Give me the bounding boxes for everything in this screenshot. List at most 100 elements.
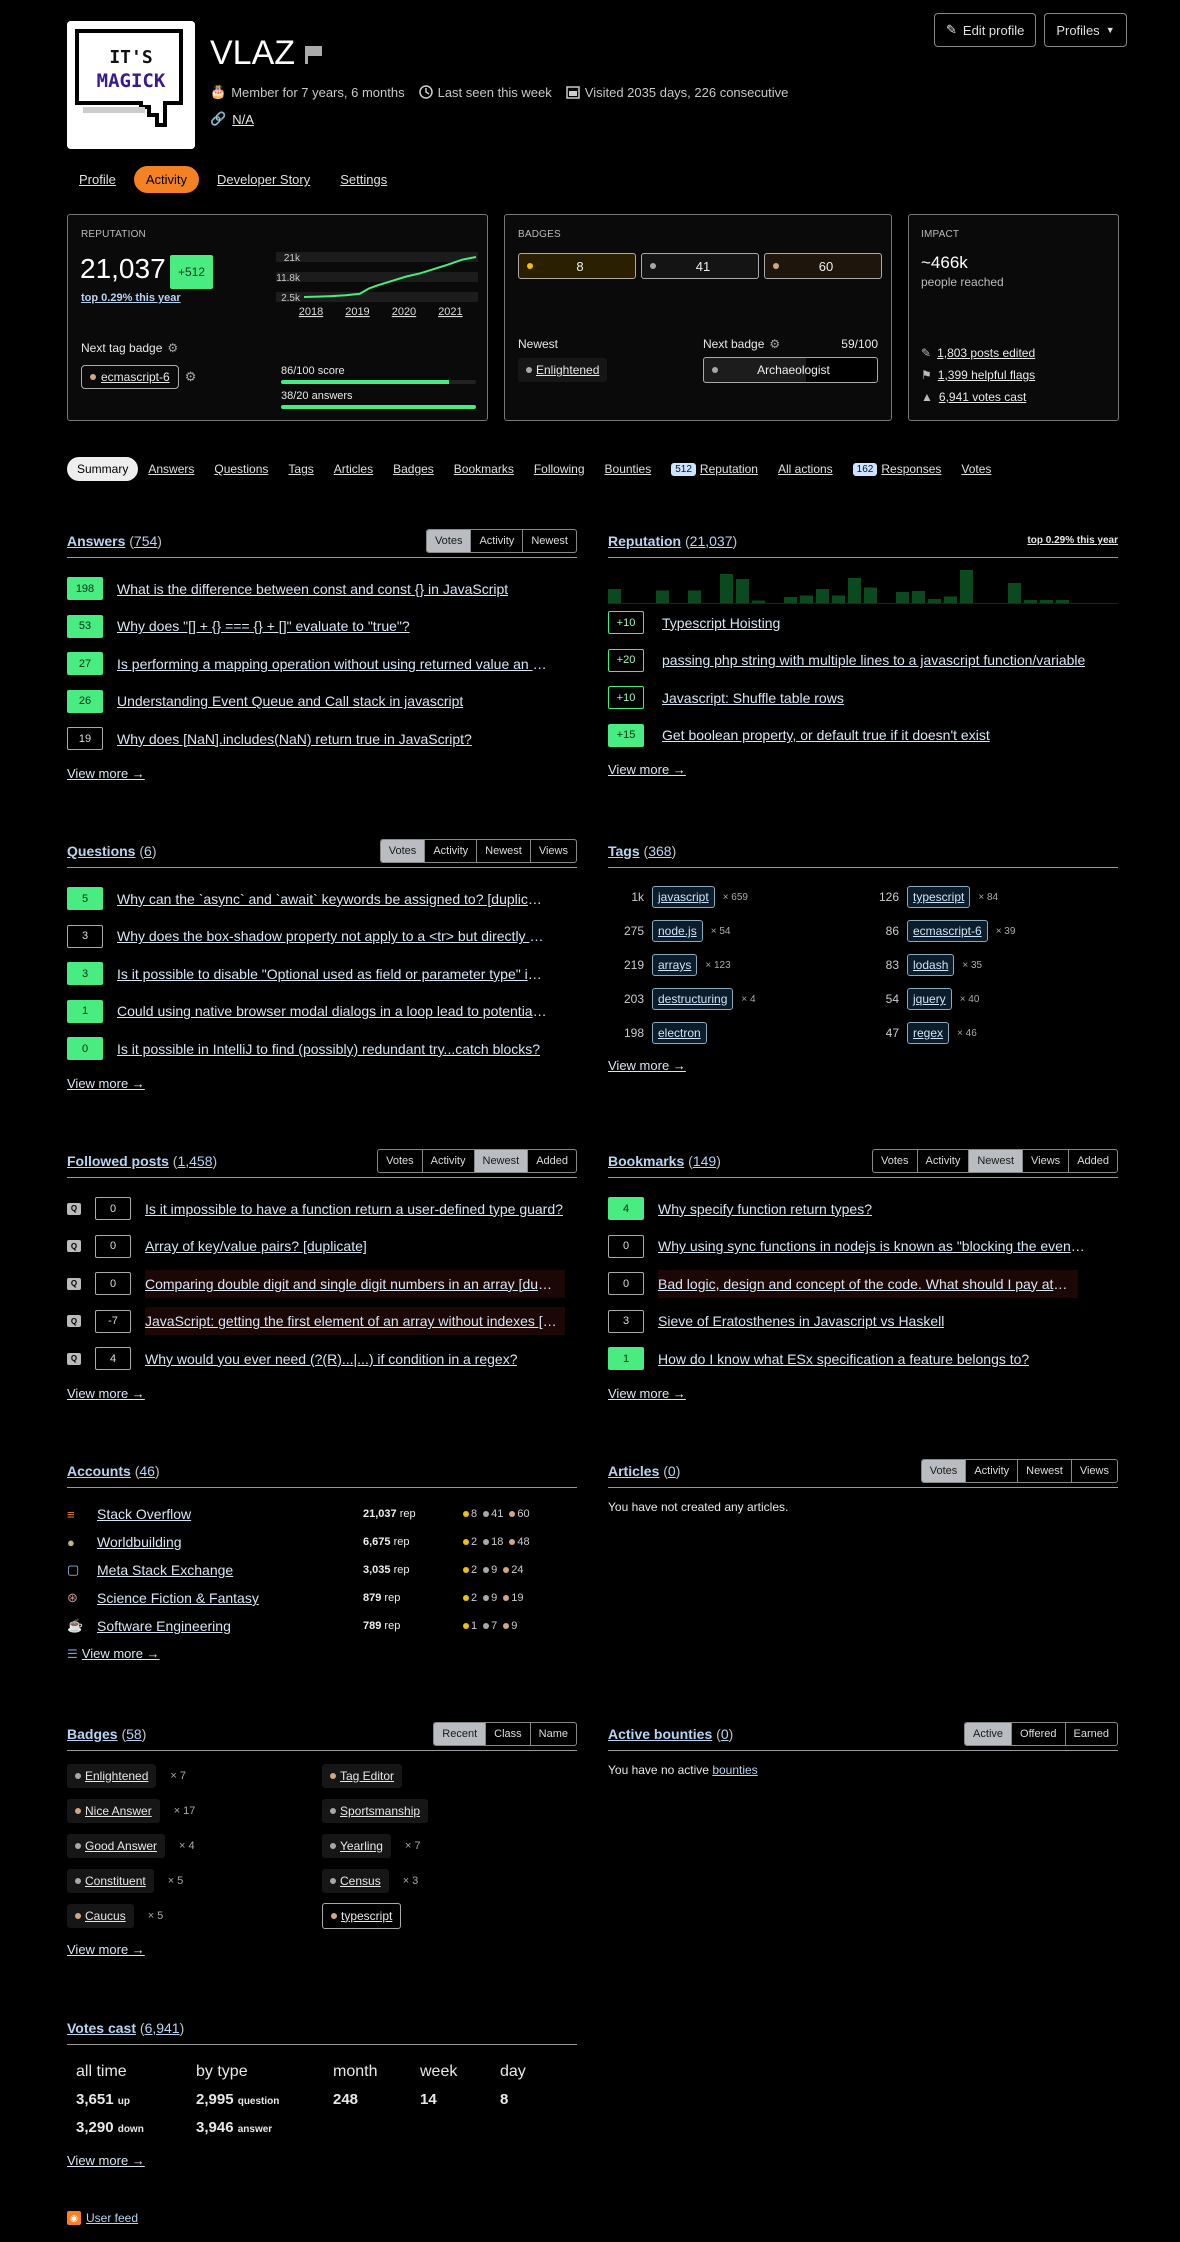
helpful-flags-link[interactable]: 1,399 helpful flags: [938, 368, 1035, 382]
sort-newest[interactable]: Newest: [476, 839, 530, 862]
badge-chip[interactable]: Good Answer: [67, 1833, 166, 1858]
votes-view-more[interactable]: View more →: [67, 2153, 145, 2168]
badge-chip[interactable]: Sportsmanship: [322, 1798, 429, 1823]
sort-name[interactable]: Name: [529, 1722, 576, 1745]
subnav-questions[interactable]: Questions: [204, 457, 278, 481]
answers-heading[interactable]: Answers (754): [67, 533, 162, 549]
sort-votes[interactable]: Votes: [426, 529, 471, 552]
sort-newest[interactable]: Newest: [473, 1149, 528, 1172]
account-site-link[interactable]: Software Engineering: [97, 1618, 363, 1634]
tags-heading[interactable]: Tags (368): [608, 843, 676, 859]
subnav-following[interactable]: Following: [524, 457, 595, 481]
tag-link[interactable]: jquery: [907, 988, 952, 1010]
badge-chip[interactable]: Census: [322, 1868, 389, 1893]
gear-icon[interactable]: ⚙: [185, 369, 197, 385]
newest-badge[interactable]: Enlightened: [518, 358, 608, 382]
sort-activity[interactable]: Activity: [424, 839, 476, 862]
post-title-link[interactable]: Is it possible to disable "Optional used…: [117, 966, 547, 982]
account-site-link[interactable]: Stack Overflow: [97, 1506, 363, 1522]
next-badge[interactable]: Archaeologist: [703, 357, 878, 383]
post-title-link[interactable]: Array of key/value pairs? [duplicate]: [145, 1238, 367, 1254]
sort-added[interactable]: Added: [527, 1149, 576, 1172]
user-feed-link[interactable]: User feed: [86, 2211, 138, 2225]
bookmarks-view-more[interactable]: View more →: [608, 1386, 686, 1401]
sort-votes[interactable]: Votes: [921, 1459, 966, 1482]
questions-heading[interactable]: Questions (6): [67, 843, 157, 859]
subnav-badges[interactable]: Badges: [383, 457, 444, 481]
reputation-view-more[interactable]: View more →: [608, 762, 686, 777]
avatar[interactable]: IT'S MAGICK: [67, 21, 195, 149]
sort-newest[interactable]: Newest: [522, 529, 576, 552]
gear-icon[interactable]: ⚙: [769, 337, 780, 351]
post-title-link[interactable]: Comparing double digit and single digit …: [145, 1269, 565, 1298]
gear-icon[interactable]: ⚙: [167, 341, 178, 355]
next-tag-badge[interactable]: ecmascript-6: [81, 365, 179, 389]
sort-activity[interactable]: Activity: [470, 529, 522, 552]
badge-link[interactable]: Enlightened: [85, 1769, 148, 1783]
subnav-bookmarks[interactable]: Bookmarks: [444, 457, 524, 481]
badge-link[interactable]: Good Answer: [85, 1839, 157, 1853]
articles-heading[interactable]: Articles (0): [608, 1463, 680, 1479]
subnav-answers[interactable]: Answers: [138, 457, 204, 481]
post-title-link[interactable]: Why using sync functions in nodejs is kn…: [658, 1238, 1088, 1254]
post-title-link[interactable]: Why can the `async` and `await` keywords…: [117, 891, 547, 907]
profiles-dropdown[interactable]: Profiles ▼: [1044, 13, 1127, 47]
tag-link[interactable]: arrays: [652, 954, 698, 976]
tag-link[interactable]: ecmascript-6: [907, 920, 988, 942]
subnav-articles[interactable]: Articles: [324, 457, 383, 481]
subnav-votes[interactable]: Votes: [951, 457, 1001, 481]
votes-heading[interactable]: Votes cast (6,941): [67, 2020, 184, 2036]
badges-heading-link[interactable]: Badges (58): [67, 1726, 146, 1742]
tab-developer-story[interactable]: Developer Story: [205, 166, 322, 193]
rank-link[interactable]: top 0.29% this year: [81, 292, 181, 304]
badge-chip[interactable]: Constituent: [67, 1868, 154, 1893]
accounts-view-more[interactable]: View more →: [82, 1646, 160, 1661]
bounties-heading[interactable]: Active bounties (0): [608, 1726, 733, 1742]
bronze-badge-count[interactable]: 60: [764, 253, 882, 279]
reputation-heading-link[interactable]: Reputation (21,037): [608, 533, 737, 549]
sort-votes[interactable]: Votes: [380, 839, 425, 862]
post-title-link[interactable]: Why does [NaN].includes(NaN) return true…: [117, 731, 472, 747]
sort-earned[interactable]: Earned: [1064, 1722, 1117, 1745]
post-title-link[interactable]: Why specify function return types?: [658, 1201, 872, 1217]
badge-link[interactable]: Tag Editor: [340, 1769, 394, 1783]
post-title-link[interactable]: Sieve of Eratosthenes in Javascript vs H…: [658, 1313, 944, 1329]
sort-views[interactable]: Views: [1070, 1459, 1117, 1482]
next-tag-badge-link[interactable]: ecmascript-6: [101, 370, 170, 384]
post-title-link[interactable]: JavaScript: getting the first element of…: [145, 1307, 565, 1336]
sort-class[interactable]: Class: [485, 1722, 530, 1745]
posts-edited-link[interactable]: 1,803 posts edited: [937, 346, 1035, 360]
post-title-link[interactable]: Understanding Event Queue and Call stack…: [117, 693, 463, 709]
sort-activity[interactable]: Activity: [965, 1459, 1017, 1482]
subnav-summary[interactable]: Summary: [67, 457, 139, 481]
post-title-link[interactable]: Is it possible in IntelliJ to find (poss…: [117, 1041, 540, 1057]
website-link[interactable]: N/A: [232, 112, 254, 127]
badge-chip[interactable]: Tag Editor: [322, 1763, 403, 1788]
sort-newest[interactable]: Newest: [1017, 1459, 1071, 1482]
account-site-link[interactable]: Worldbuilding: [97, 1534, 363, 1550]
bounties-link[interactable]: bounties: [712, 1763, 757, 1777]
post-title-link[interactable]: passing php string with multiple lines t…: [662, 652, 1085, 668]
post-title-link[interactable]: Could using native browser modal dialogs…: [117, 1003, 547, 1019]
accounts-heading[interactable]: Accounts (46): [67, 1463, 160, 1479]
followed-heading[interactable]: Followed posts (1,458): [67, 1153, 217, 1169]
tab-settings[interactable]: Settings: [328, 166, 399, 193]
user-feed[interactable]: ◉ User feed: [67, 2211, 138, 2225]
sort-activity[interactable]: Activity: [421, 1149, 474, 1172]
post-title-link[interactable]: How do I know what ESx specification a f…: [658, 1351, 1029, 1367]
post-title-link[interactable]: Typescript Hoisting: [662, 615, 780, 631]
post-title-link[interactable]: Bad logic, design and concept of the cod…: [658, 1269, 1078, 1298]
badge-link[interactable]: Caucus: [85, 1909, 126, 1923]
badge-chip[interactable]: Enlightened: [67, 1763, 157, 1788]
account-site-link[interactable]: Science Fiction & Fantasy: [97, 1590, 363, 1606]
subnav-reputation[interactable]: 512 Reputation: [661, 457, 768, 481]
bookmarks-heading[interactable]: Bookmarks (149): [608, 1153, 721, 1169]
sort-views[interactable]: Views: [1022, 1149, 1068, 1172]
tab-activity[interactable]: Activity: [133, 166, 200, 193]
subnav-responses[interactable]: 162 Responses: [843, 457, 952, 481]
badge-link[interactable]: Nice Answer: [85, 1804, 152, 1818]
sort-newest[interactable]: Newest: [968, 1149, 1023, 1172]
post-title-link[interactable]: Why would you ever need (?(R)...|...) if…: [145, 1351, 517, 1367]
badges-view-more[interactable]: View more →: [67, 1942, 145, 1957]
sort-added[interactable]: Added: [1068, 1149, 1117, 1172]
